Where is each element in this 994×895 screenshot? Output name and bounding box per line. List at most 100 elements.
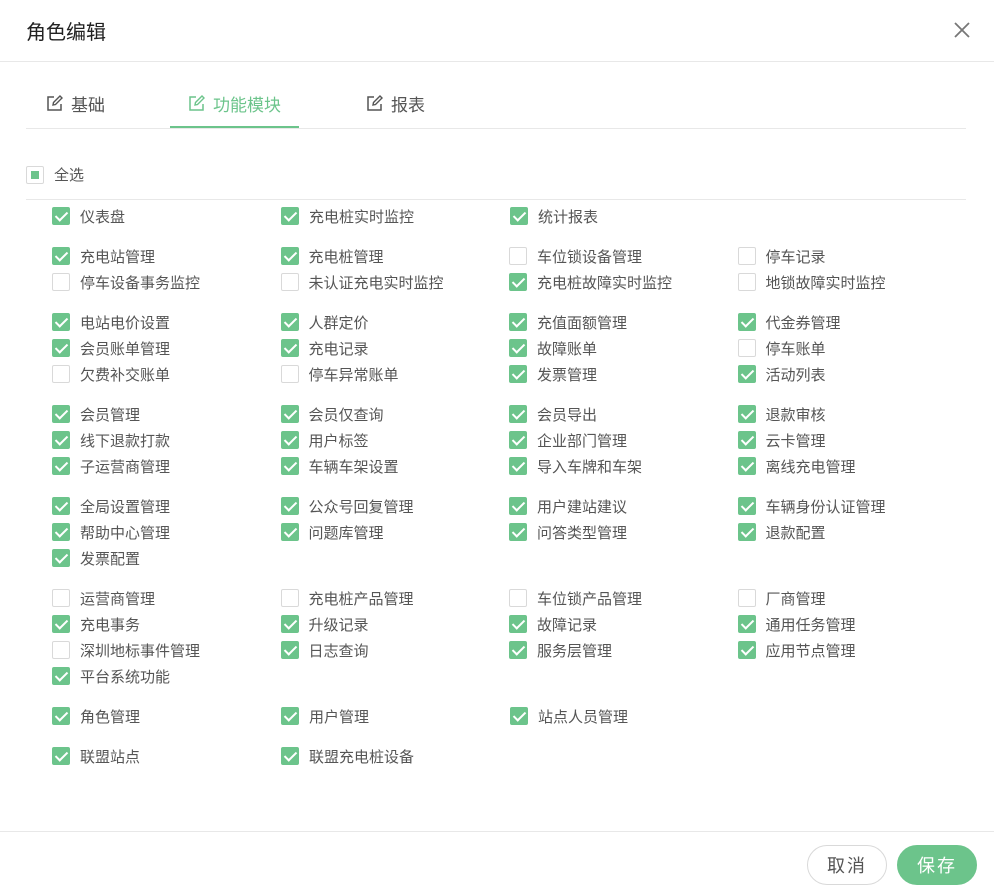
permission-item[interactable]: 线下退款打款 [52,427,281,453]
permission-item[interactable]: 统计报表 [510,203,739,229]
permission-checkbox[interactable] [52,273,70,291]
permission-item[interactable]: 车位锁产品管理 [509,585,738,611]
cancel-button[interactable]: 取消 [807,845,887,885]
permission-item[interactable]: 停车设备事务监控 [52,269,281,295]
permission-checkbox[interactable] [52,247,70,265]
permission-checkbox[interactable] [280,523,299,541]
permission-item[interactable]: 充电桩实时监控 [281,203,510,229]
permission-checkbox[interactable] [509,641,527,659]
permission-item[interactable]: 子运营商管理 [52,453,281,479]
permission-checkbox[interactable] [510,207,528,225]
permission-checkbox[interactable] [509,431,527,449]
permission-item[interactable]: 日志查询 [280,637,510,663]
select-all-checkbox[interactable] [26,165,44,184]
permission-item[interactable]: 发票管理 [509,361,738,387]
permission-item[interactable]: 问答类型管理 [509,519,738,545]
tab-basic[interactable]: 基础 [46,80,105,126]
tab-function-modules[interactable]: 功能模块 [170,80,299,128]
permission-checkbox[interactable] [737,641,756,659]
permission-item[interactable]: 充电桩故障实时监控 [509,269,738,295]
tab-reports[interactable]: 报表 [366,80,425,126]
permission-item[interactable]: 车辆车架设置 [280,453,510,479]
permission-checkbox[interactable] [737,405,756,423]
permission-checkbox[interactable] [509,273,527,291]
permission-checkbox[interactable] [510,707,528,725]
permission-checkbox[interactable] [509,405,527,423]
permission-item[interactable]: 退款配置 [737,519,967,545]
permission-checkbox[interactable] [280,405,299,423]
permission-item[interactable]: 帮助中心管理 [52,519,281,545]
permission-item[interactable]: 充电桩产品管理 [280,585,510,611]
permission-checkbox[interactable] [737,615,756,633]
permission-item[interactable]: 用户建站建议 [509,493,738,519]
permission-item[interactable]: 企业部门管理 [509,427,738,453]
permission-item[interactable]: 未认证充电实时监控 [280,269,510,295]
save-button[interactable]: 保存 [897,845,977,885]
permission-item[interactable]: 站点人员管理 [510,703,739,729]
permission-item[interactable]: 充电记录 [280,335,510,361]
permission-checkbox[interactable] [52,589,70,607]
permission-checkbox[interactable] [509,589,527,607]
permission-item[interactable]: 人群定价 [280,309,510,335]
permission-checkbox[interactable] [280,589,299,607]
permission-item[interactable]: 角色管理 [52,703,281,729]
permission-item[interactable]: 仪表盘 [52,203,281,229]
permission-checkbox[interactable] [280,457,299,475]
permission-checkbox[interactable] [280,641,299,659]
permission-item[interactable]: 停车账单 [737,335,967,361]
permission-item[interactable]: 停车记录 [737,243,967,269]
permission-item[interactable]: 联盟站点 [52,743,281,769]
permission-item[interactable]: 导入车牌和车架 [509,453,738,479]
permission-checkbox[interactable] [280,365,299,383]
permission-checkbox[interactable] [52,207,70,225]
permission-checkbox[interactable] [737,457,756,475]
permission-checkbox[interactable] [509,615,527,633]
permission-item[interactable]: 故障记录 [509,611,738,637]
permission-item[interactable]: 会员仅查询 [280,401,510,427]
permission-checkbox[interactable] [52,667,70,685]
permission-checkbox[interactable] [737,313,756,331]
permission-item[interactable]: 停车异常账单 [280,361,510,387]
permission-item[interactable]: 车位锁设备管理 [509,243,738,269]
permission-checkbox[interactable] [52,549,70,567]
permission-item[interactable]: 故障账单 [509,335,738,361]
permission-checkbox[interactable] [281,747,299,765]
permission-item[interactable]: 厂商管理 [737,585,967,611]
permission-checkbox[interactable] [280,497,299,515]
permission-item[interactable]: 会员账单管理 [52,335,281,361]
permission-item[interactable]: 充值面额管理 [509,309,738,335]
permission-checkbox[interactable] [52,523,70,541]
permission-checkbox[interactable] [52,313,70,331]
close-button[interactable] [950,18,974,42]
permission-checkbox[interactable] [737,339,756,357]
permission-checkbox[interactable] [280,431,299,449]
select-all[interactable]: 全选 [26,164,84,185]
permission-checkbox[interactable] [52,431,70,449]
permission-item[interactable]: 深圳地标事件管理 [52,637,281,663]
permission-item[interactable]: 问题库管理 [280,519,510,545]
permission-checkbox[interactable] [52,497,70,515]
permission-checkbox[interactable] [52,339,70,357]
permission-checkbox[interactable] [281,207,299,225]
permission-item[interactable]: 联盟充电桩设备 [281,743,510,769]
permission-item[interactable]: 充电桩管理 [280,243,510,269]
permission-item[interactable]: 充电站管理 [52,243,281,269]
permission-item[interactable]: 公众号回复管理 [280,493,510,519]
permission-checkbox[interactable] [52,641,70,659]
permission-item[interactable]: 云卡管理 [737,427,967,453]
permission-item[interactable]: 全局设置管理 [52,493,281,519]
permission-checkbox[interactable] [737,497,756,515]
permission-item[interactable]: 离线充电管理 [737,453,967,479]
permission-checkbox[interactable] [509,457,527,475]
permission-checkbox[interactable] [737,273,756,291]
permission-checkbox[interactable] [52,615,70,633]
permission-item[interactable]: 电站电价设置 [52,309,281,335]
permission-checkbox[interactable] [737,431,756,449]
permission-item[interactable]: 用户管理 [281,703,510,729]
permission-checkbox[interactable] [509,365,527,383]
permission-item[interactable]: 运营商管理 [52,585,281,611]
permission-checkbox[interactable] [280,313,299,331]
permission-checkbox[interactable] [52,365,70,383]
permission-checkbox[interactable] [281,707,299,725]
permission-item[interactable]: 用户标签 [280,427,510,453]
